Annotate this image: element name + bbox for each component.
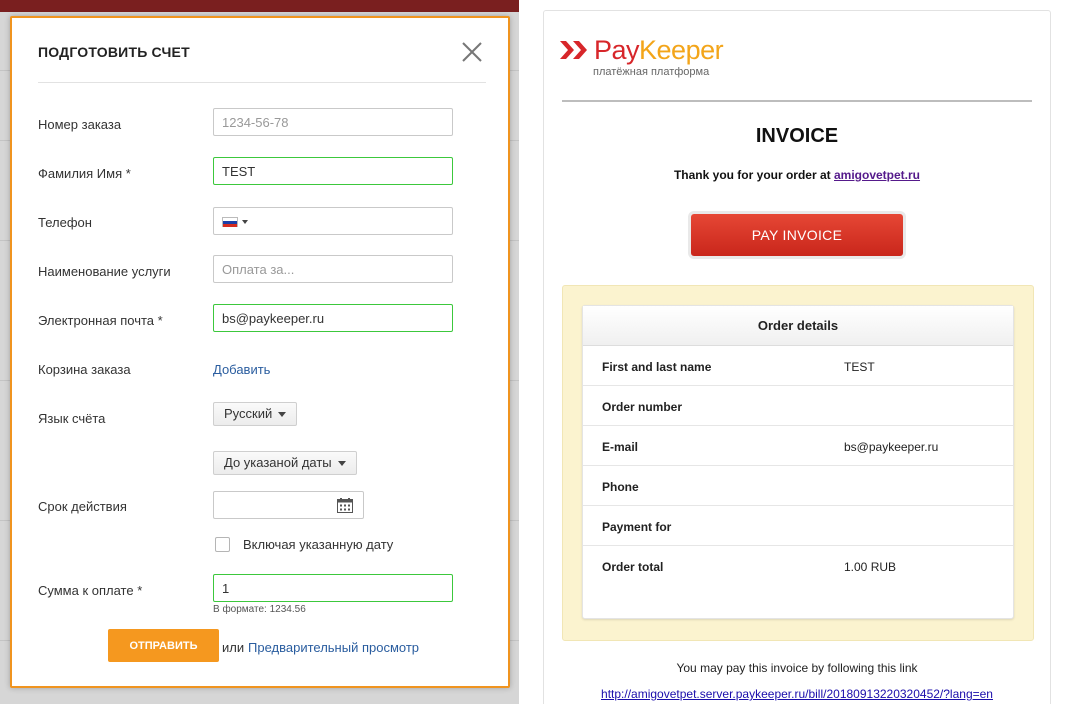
- details-key: Phone: [602, 480, 639, 494]
- modal-title: ПОДГОТОВИТЬ СЧЕТ: [38, 44, 190, 60]
- order-number-label: Номер заказа: [38, 117, 122, 132]
- validity-mode-select[interactable]: До указаной даты: [213, 451, 357, 475]
- country-selector[interactable]: [222, 217, 252, 227]
- cart-label: Корзина заказа: [38, 362, 131, 377]
- validity-mode-value: До указаной даты: [224, 455, 332, 470]
- details-key: Order total: [602, 560, 664, 574]
- paykeeper-logo-icon: [560, 41, 587, 59]
- details-row: First and last name TEST: [583, 346, 1013, 386]
- details-value: 1.00 RUB: [844, 560, 897, 574]
- phone-input[interactable]: [213, 207, 453, 235]
- details-row: Order number: [583, 386, 1013, 426]
- service-name-input[interactable]: [213, 255, 453, 283]
- close-icon[interactable]: [460, 40, 484, 64]
- order-details-panel: Order details First and last name TEST O…: [562, 285, 1034, 641]
- invoice-title: INVOICE: [755, 125, 839, 147]
- submit-button[interactable]: ОТПРАВИТЬ: [108, 629, 219, 662]
- pay-invoice-button[interactable]: PAY INVOICE: [691, 214, 903, 256]
- email-label: Электронная почта *: [38, 313, 163, 328]
- order-details-header: Order details: [583, 306, 1013, 346]
- invoice-preview: PayKeeper платёжная платформа INVOICE Th…: [543, 10, 1051, 704]
- modal-divider: [38, 82, 486, 83]
- paykeeper-logo: PayKeeper: [594, 35, 724, 65]
- chevron-down-icon: [337, 461, 346, 467]
- prepare-invoice-modal: ПОДГОТОВИТЬ СЧЕТ Номер заказа Фамилия Им…: [10, 16, 510, 688]
- add-cart-link[interactable]: Добавить: [213, 362, 270, 377]
- pay-note: You may pay this invoice by following th…: [676, 661, 918, 675]
- amount-label: Сумма к оплате *: [38, 583, 143, 598]
- details-row: E-mail bs@paykeeper.ru: [583, 426, 1013, 466]
- phone-label: Телефон: [38, 215, 92, 230]
- background-topbar: [0, 0, 519, 12]
- or-text: или: [222, 640, 245, 655]
- full-name-label: Фамилия Имя *: [38, 166, 131, 181]
- chevron-down-icon: [242, 220, 248, 224]
- thanks-text: Thank you for your order at amigovetpet.…: [673, 168, 921, 182]
- details-row: Order total 1.00 RUB: [583, 546, 1013, 586]
- invoice-divider: [562, 100, 1032, 102]
- details-key: Order number: [602, 400, 683, 414]
- details-key: E-mail: [602, 440, 639, 454]
- include-date-checkbox[interactable]: [215, 537, 230, 552]
- details-value: bs@paykeeper.ru: [844, 440, 939, 454]
- amount-input[interactable]: [213, 574, 453, 602]
- details-value: TEST: [844, 360, 875, 374]
- details-row: Payment for: [583, 506, 1013, 546]
- details-key: Payment for: [602, 520, 672, 534]
- email-input[interactable]: [213, 304, 453, 332]
- service-name-label: Наименование услуги: [38, 264, 171, 279]
- full-name-input[interactable]: [213, 157, 453, 185]
- pay-url: http://amigovetpet.server.paykeeper.ru/b…: [544, 687, 1050, 701]
- panel-gap: [519, 0, 543, 704]
- language-select-value: Русский: [224, 406, 273, 421]
- validity-label: Срок действия: [38, 499, 127, 514]
- logo-subtitle: платёжная платформа: [593, 66, 710, 78]
- details-row: Phone: [583, 466, 1013, 506]
- language-select[interactable]: Русский: [213, 402, 298, 426]
- pay-url-link[interactable]: http://amigovetpet.server.paykeeper.ru/b…: [601, 687, 993, 701]
- ru-flag-icon: [222, 217, 238, 227]
- include-date-label: Включая указанную дату: [243, 537, 394, 552]
- language-label: Язык счёта: [38, 411, 106, 426]
- order-details-card: Order details First and last name TEST O…: [582, 305, 1014, 619]
- validity-date-input[interactable]: [213, 491, 364, 519]
- preview-link[interactable]: Предварительный просмотр: [248, 640, 419, 655]
- chevron-down-icon: [278, 412, 287, 418]
- amount-format-hint: В формате: 1234.56: [213, 604, 306, 615]
- calendar-icon[interactable]: [337, 498, 353, 513]
- order-number-input[interactable]: [213, 108, 453, 136]
- shop-link[interactable]: amigovetpet.ru: [834, 168, 920, 182]
- details-key: First and last name: [602, 360, 712, 374]
